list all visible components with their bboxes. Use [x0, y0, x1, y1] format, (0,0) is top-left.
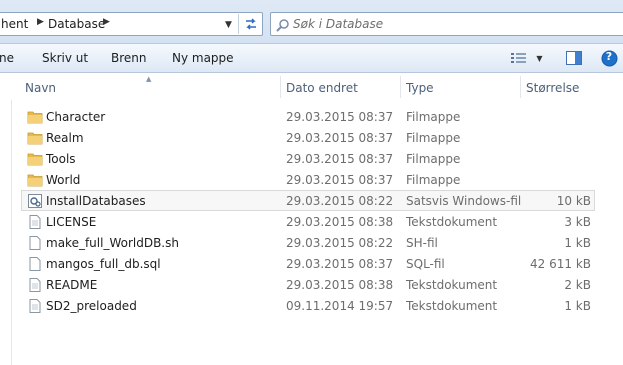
breadcrumb-separator-icon[interactable]: ▶: [37, 17, 44, 27]
batch-file-icon: [28, 194, 42, 208]
file-row-sd2-preloaded[interactable]: SD2_preloaded 09.11.2014 19:57 Tekstdoku…: [21, 295, 595, 316]
folder-icon: [27, 153, 43, 166]
address-history-dropdown-icon[interactable]: ▼: [225, 20, 232, 30]
file-type: Filmappe: [406, 131, 461, 145]
file-row-make-full-worlddb[interactable]: make_full_WorldDB.sh 29.03.2015 08:22 SH…: [21, 232, 595, 253]
chevron-down-icon: ▼: [536, 53, 543, 63]
search-icon: [276, 19, 289, 32]
folder-icon: [27, 111, 43, 124]
document-icon: [29, 257, 41, 271]
file-name: LICENSE: [46, 215, 97, 229]
new-folder-button[interactable]: Ny mappe: [172, 51, 234, 65]
document-icon: [29, 215, 41, 229]
breadcrumb-parent[interactable]: hent: [1, 17, 28, 31]
toolbar-button-cut-off[interactable]: ne: [0, 51, 14, 65]
file-type: Satsvis Windows-fil: [406, 194, 522, 208]
file-row-mangos-full-db[interactable]: mangos_full_db.sql 29.03.2015 08:37 SQL-…: [21, 253, 595, 274]
search-box[interactable]: [270, 12, 623, 36]
column-divider[interactable]: [400, 76, 401, 98]
breadcrumb-current[interactable]: Database: [48, 17, 105, 31]
file-name: mangos_full_db.sql: [46, 257, 161, 271]
command-bar: ne Skriv ut Brenn Ny mappe ▼ ?: [0, 44, 623, 73]
burn-button[interactable]: Brenn: [111, 51, 147, 65]
file-date: 29.03.2015 08:37: [286, 152, 394, 166]
refresh-button[interactable]: [238, 14, 262, 34]
breadcrumb-separator-icon[interactable]: ▶: [103, 17, 110, 27]
file-size: 3 kB: [564, 215, 591, 229]
folder-icon: [27, 174, 43, 187]
column-header-size[interactable]: Størrelse: [526, 81, 579, 95]
sort-ascending-icon: ▲: [146, 75, 152, 83]
file-row-world[interactable]: World 29.03.2015 08:37 Filmappe: [21, 169, 595, 190]
file-date: 29.03.2015 08:22: [286, 194, 394, 208]
file-type: SH-fil: [406, 236, 438, 250]
document-icon: [29, 278, 41, 292]
file-date: 29.03.2015 08:37: [286, 110, 394, 124]
file-row-tools[interactable]: Tools 29.03.2015 08:37 Filmappe: [21, 148, 595, 169]
address-bar-row: hent ▶ Database ▶ ▼: [0, 0, 623, 44]
file-date: 29.03.2015 08:38: [286, 215, 394, 229]
file-name: InstallDatabases: [46, 194, 146, 208]
navigation-pane[interactable]: [0, 74, 12, 365]
refresh-icon: [245, 18, 256, 30]
file-type: Tekstdokument: [406, 215, 498, 229]
file-date: 29.03.2015 08:22: [286, 236, 394, 250]
file-name: SD2_preloaded: [46, 299, 137, 313]
file-type: Tekstdokument: [406, 278, 498, 292]
file-name: Character: [46, 110, 106, 124]
file-name: make_full_WorldDB.sh: [46, 236, 179, 250]
file-date: 29.03.2015 08:37: [286, 173, 394, 187]
file-row-readme[interactable]: README 29.03.2015 08:38 Tekstdokument 2 …: [21, 274, 595, 295]
document-icon: [29, 236, 41, 250]
file-size: 1 kB: [564, 236, 591, 250]
column-headers: ▲ Navn Dato endret Type Størrelse: [0, 74, 623, 100]
file-type: Filmappe: [406, 173, 461, 187]
file-row-realm[interactable]: Realm 29.03.2015 08:37 Filmappe: [21, 127, 595, 148]
column-header-date[interactable]: Dato endret: [286, 81, 358, 95]
search-input[interactable]: [293, 15, 613, 33]
file-name: World: [46, 173, 81, 187]
file-name: Realm: [46, 131, 84, 145]
document-icon: [29, 299, 41, 313]
file-type: Tekstdokument: [406, 299, 498, 313]
file-type: SQL-fil: [406, 257, 445, 271]
print-button[interactable]: Skriv ut: [42, 51, 88, 65]
help-label: ?: [605, 50, 613, 63]
column-header-type[interactable]: Type: [406, 81, 434, 95]
file-date: 29.03.2015 08:37: [286, 131, 394, 145]
file-row-installdatabases[interactable]: InstallDatabases 29.03.2015 08:22 Satsvi…: [21, 190, 595, 211]
column-header-name[interactable]: Navn: [25, 81, 56, 95]
file-date: 29.03.2015 08:37: [286, 257, 394, 271]
preview-pane-icon: [566, 51, 582, 65]
folder-icon: [27, 132, 43, 145]
file-name: Tools: [46, 152, 76, 166]
file-type: Filmappe: [406, 110, 461, 124]
view-options-button[interactable]: ▼: [510, 49, 544, 67]
address-bar[interactable]: hent ▶ Database ▶ ▼: [0, 12, 263, 36]
file-name: README: [46, 278, 98, 292]
file-date: 29.03.2015 08:38: [286, 278, 394, 292]
column-divider[interactable]: [280, 76, 281, 98]
preview-pane-button[interactable]: [564, 49, 584, 67]
file-row-license[interactable]: LICENSE 29.03.2015 08:38 Tekstdokument 3…: [21, 211, 595, 232]
file-type: Filmappe: [406, 152, 461, 166]
file-size: 1 kB: [564, 299, 591, 313]
column-divider[interactable]: [520, 76, 521, 98]
file-date: 09.11.2014 19:57: [286, 299, 394, 313]
details-view-icon: [511, 53, 527, 63]
help-button[interactable]: ?: [599, 49, 619, 67]
file-size: 2 kB: [564, 278, 591, 292]
file-size: 10 kB: [556, 194, 591, 208]
file-size: 42 611 kB: [530, 257, 591, 271]
file-row-character[interactable]: Character 29.03.2015 08:37 Filmappe: [21, 106, 595, 127]
